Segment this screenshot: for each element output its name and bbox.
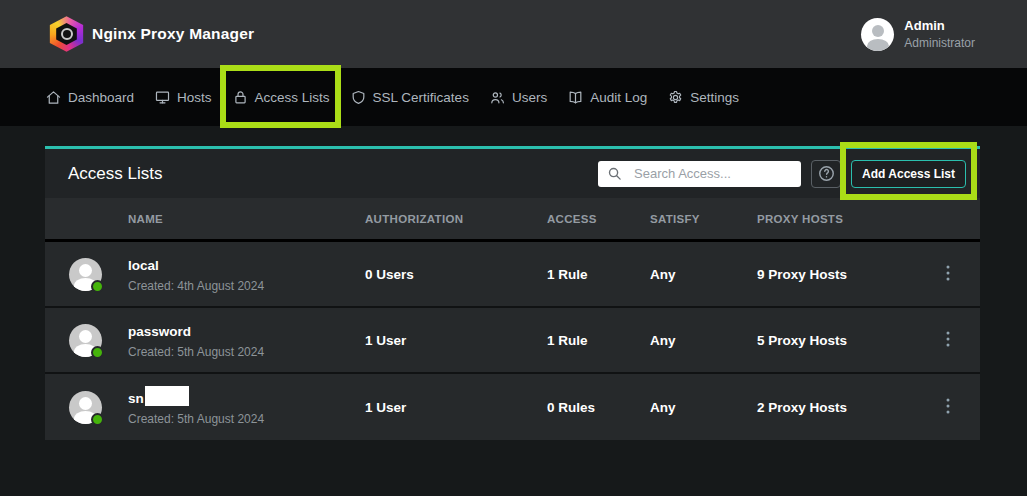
panel-title: Access Lists <box>68 164 162 184</box>
status-online-dot <box>91 413 104 426</box>
book-icon <box>567 89 584 106</box>
help-icon <box>817 164 836 183</box>
nav-settings[interactable]: Settings <box>667 89 739 106</box>
nav-audit-log[interactable]: Audit Log <box>567 89 647 106</box>
created-date: Created: 5th August 2024 <box>128 412 264 426</box>
table-body: local Created: 4th August 2024 0 Users 1… <box>45 242 980 440</box>
authorization-cell: 1 User <box>365 400 547 415</box>
home-icon <box>45 89 62 106</box>
satisfy-cell: Any <box>650 400 757 415</box>
table-row[interactable]: local Created: 4th August 2024 0 Users 1… <box>45 242 980 308</box>
row-menu-button[interactable] <box>946 398 950 417</box>
column-name: NAME <box>45 213 365 225</box>
nav-users[interactable]: Users <box>489 89 547 106</box>
search-icon <box>607 166 622 181</box>
access-lists-panel: Access Lists Add Access List NAME AUTHOR… <box>45 146 980 440</box>
satisfy-cell: Any <box>650 267 757 282</box>
app-title: Nginx Proxy Manager <box>92 25 254 43</box>
redaction-box <box>145 386 189 406</box>
help-button[interactable] <box>811 160 841 188</box>
kebab-icon <box>946 331 950 347</box>
add-access-list-button[interactable]: Add Access List <box>851 160 966 188</box>
access-cell: 1 Rule <box>547 333 650 348</box>
kebab-icon <box>946 398 950 414</box>
authorization-cell: 1 User <box>365 333 547 348</box>
access-cell: 0 Rules <box>547 400 650 415</box>
proxy-hosts-cell: 9 Proxy Hosts <box>757 267 925 282</box>
user-role: Administrator <box>904 36 975 50</box>
table-header: NAME AUTHORIZATION ACCESS SATISFY PROXY … <box>45 198 980 242</box>
access-cell: 1 Rule <box>547 267 650 282</box>
row-menu-button[interactable] <box>946 331 950 350</box>
column-satisfy: SATISFY <box>650 213 757 225</box>
app-logo <box>48 16 85 53</box>
lock-icon <box>232 89 249 106</box>
nav-ssl-certificates[interactable]: SSL Certificates <box>350 89 469 106</box>
nav-access-lists[interactable]: Access Lists <box>232 89 330 106</box>
created-date: Created: 4th August 2024 <box>128 279 264 293</box>
nav-dashboard[interactable]: Dashboard <box>45 89 134 106</box>
search-input[interactable] <box>634 166 792 181</box>
row-menu-button[interactable] <box>946 265 950 284</box>
access-list-name: password <box>128 324 191 339</box>
proxy-hosts-cell: 2 Proxy Hosts <box>757 400 925 415</box>
access-list-name: sn <box>128 391 144 406</box>
created-date: Created: 5th August 2024 <box>128 345 264 359</box>
user-menu[interactable]: Admin Administrator <box>861 18 975 51</box>
panel-header: Access Lists Add Access List <box>45 149 980 198</box>
monitor-icon <box>154 89 171 106</box>
status-online-dot <box>91 346 104 359</box>
user-avatar[interactable] <box>861 18 894 51</box>
proxy-hosts-cell: 5 Proxy Hosts <box>757 333 925 348</box>
authorization-cell: 0 Users <box>365 267 547 282</box>
kebab-icon <box>946 265 950 281</box>
column-proxy-hosts: PROXY HOSTS <box>757 213 925 225</box>
users-icon <box>489 89 506 106</box>
nav-hosts[interactable]: Hosts <box>154 89 212 106</box>
top-bar: Nginx Proxy Manager Admin Administrator <box>0 0 1027 68</box>
shield-icon <box>350 89 367 106</box>
gear-icon <box>667 89 684 106</box>
table-row[interactable]: sn Created: 5th August 2024 1 User 0 Rul… <box>45 374 980 440</box>
user-name: Admin <box>904 18 975 33</box>
satisfy-cell: Any <box>650 333 757 348</box>
main-nav: Dashboard Hosts Access Lists SSL Certifi… <box>0 68 1027 126</box>
access-list-name: local <box>128 258 159 273</box>
table-row[interactable]: password Created: 5th August 2024 1 User… <box>45 308 980 374</box>
status-online-dot <box>91 280 104 293</box>
column-authorization: AUTHORIZATION <box>365 213 547 225</box>
search-box[interactable] <box>598 161 801 187</box>
column-access: ACCESS <box>547 213 650 225</box>
